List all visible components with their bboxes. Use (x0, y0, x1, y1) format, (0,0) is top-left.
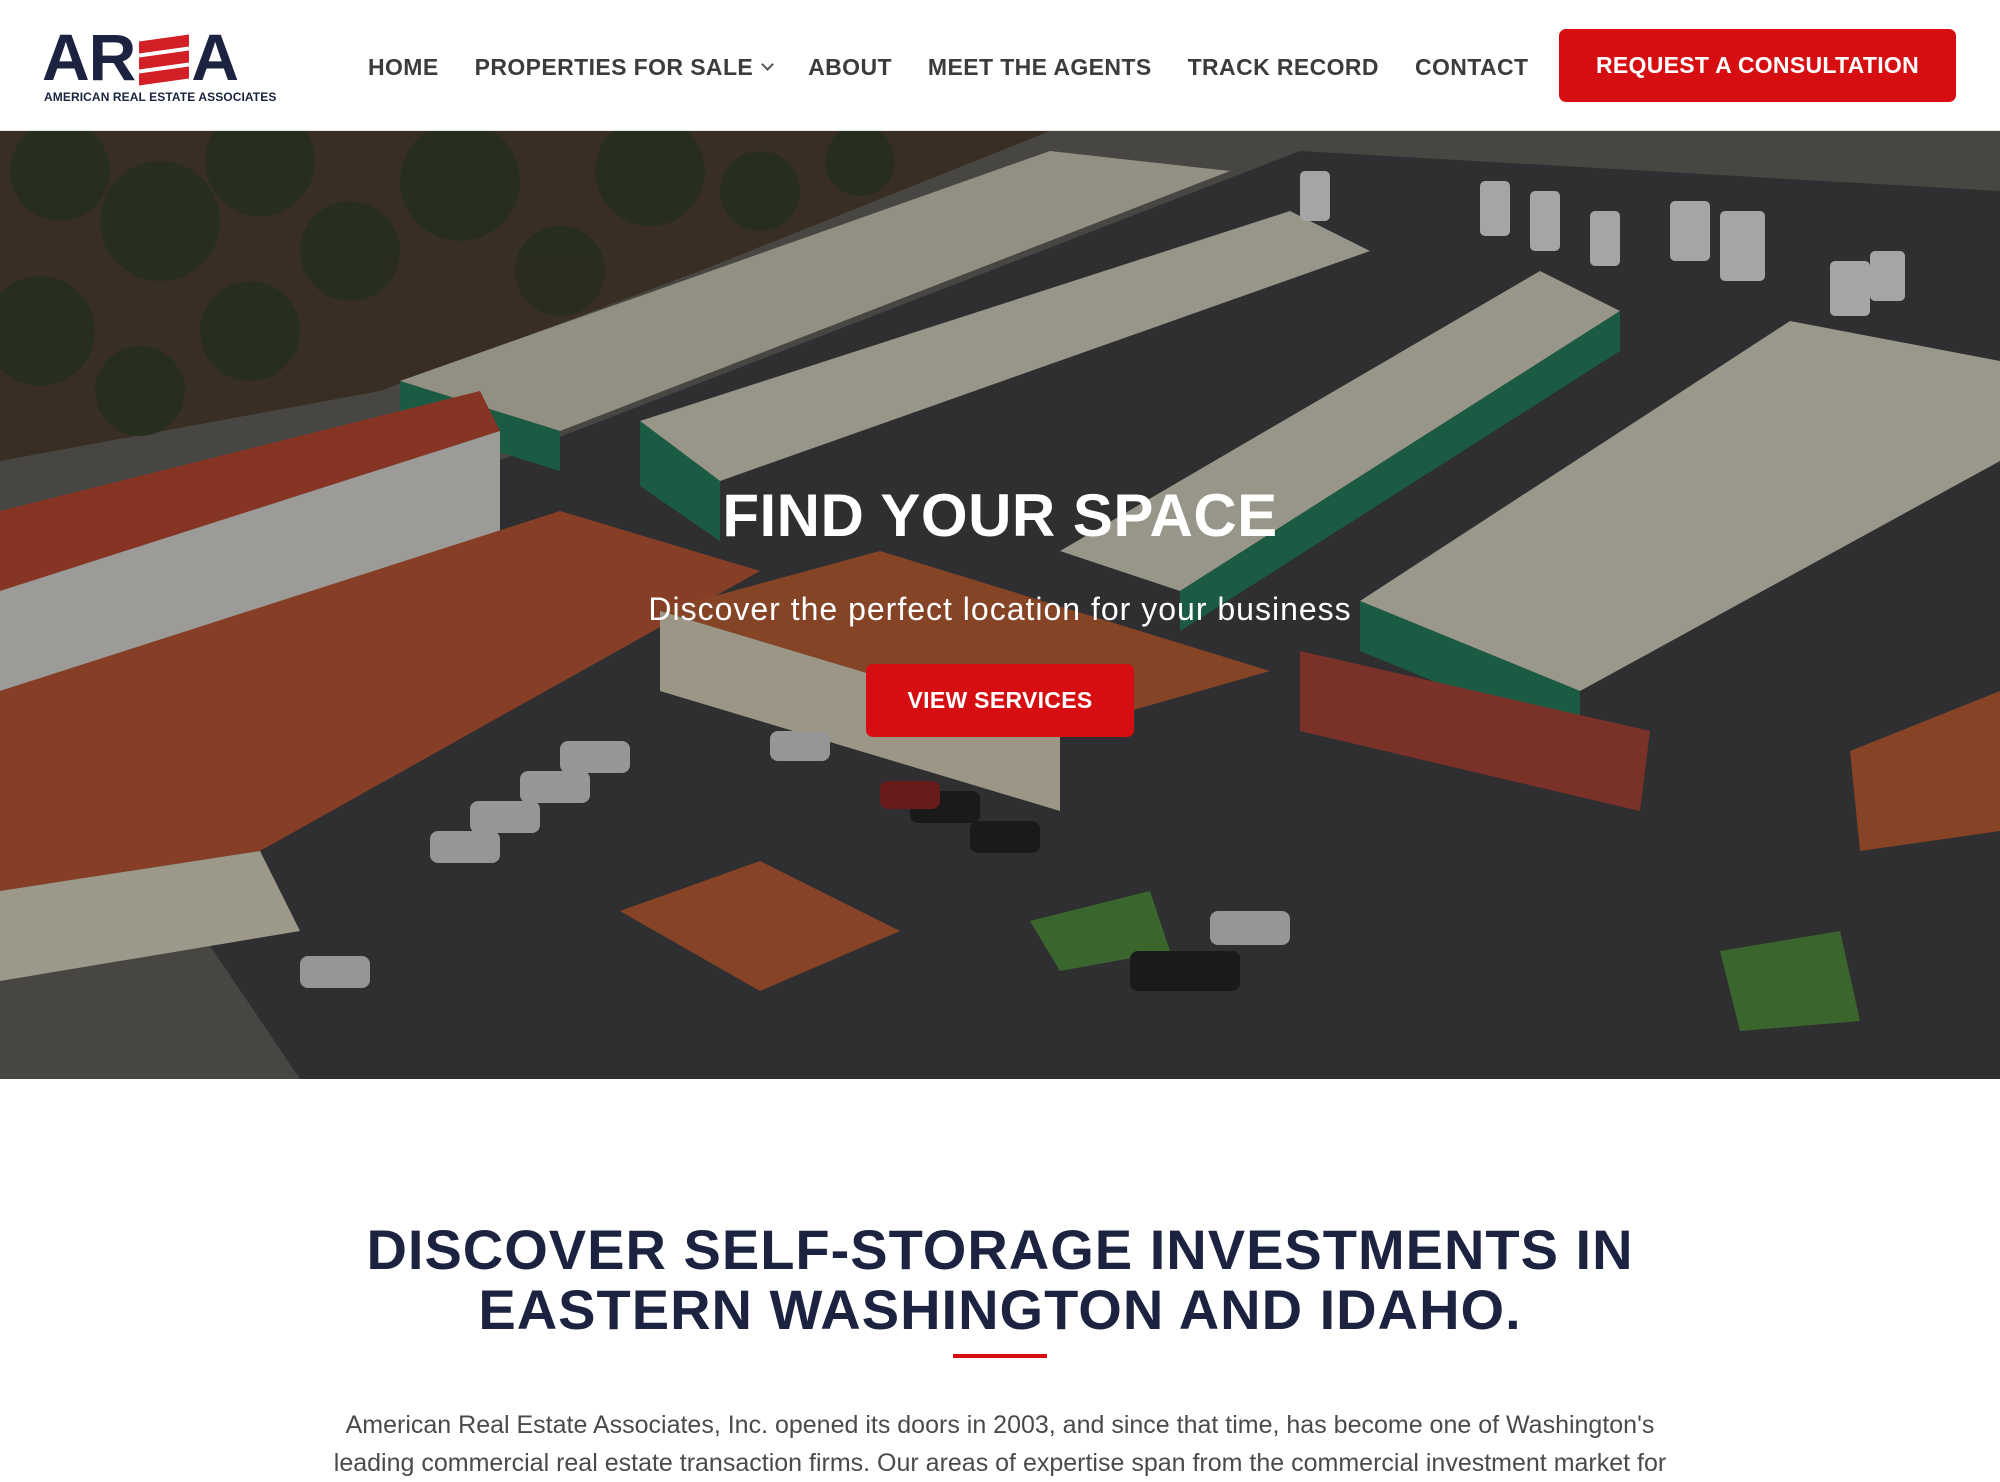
intro-paragraph: American Real Estate Associates, Inc. op… (333, 1411, 1667, 1477)
nav-home[interactable]: HOME (368, 54, 439, 81)
site-header: AR A AMERICAN REAL ESTATE ASSOCIATES HOM… (0, 0, 2000, 131)
logo-tagline: AMERICAN REAL ESTATE ASSOCIATES (44, 90, 277, 104)
nav-properties-for-sale[interactable]: PROPERTIES FOR SALE (475, 54, 775, 81)
hero-banner: FIND YOUR SPACE Discover the perfect loc… (0, 131, 2000, 1079)
nav-meet-the-agents[interactable]: MEET THE AGENTS (928, 54, 1152, 81)
intro-heading: DISCOVER SELF-STORAGE INVESTMENTS IN EAS… (366, 1218, 1634, 1341)
hero-subtitle: Discover the perfect location for your b… (648, 591, 1352, 627)
main-nav: HOME PROPERTIES FOR SALE ABOUT MEET THE … (368, 50, 1564, 84)
logo-mark: AR A (42, 20, 239, 94)
hero-title: FIND YOUR SPACE (722, 482, 1278, 549)
flag-stripes-icon (139, 32, 190, 86)
view-services-button[interactable]: VIEW SERVICES (866, 664, 1134, 737)
nav-contact[interactable]: CONTACT (1415, 54, 1529, 81)
heading-divider (953, 1354, 1047, 1358)
nav-track-record[interactable]: TRACK RECORD (1188, 54, 1379, 81)
chevron-down-icon (761, 57, 775, 71)
request-consultation-button[interactable]: REQUEST A CONSULTATION (1559, 29, 1956, 102)
logo[interactable]: AR A AMERICAN REAL ESTATE ASSOCIATES (42, 20, 276, 106)
nav-about[interactable]: ABOUT (808, 54, 892, 81)
